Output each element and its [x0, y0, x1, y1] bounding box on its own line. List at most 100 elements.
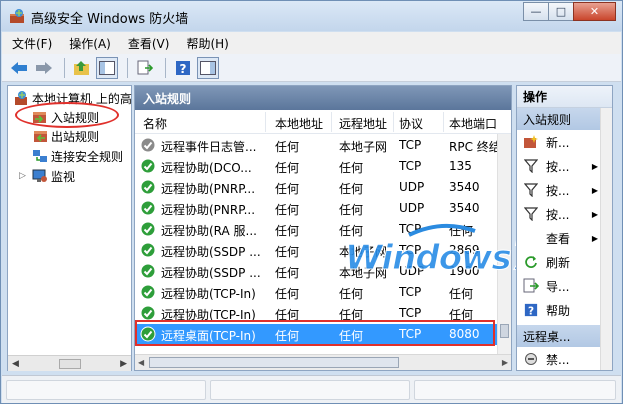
cell-proto: TCP: [399, 243, 422, 257]
menu-view[interactable]: 查看(V): [128, 35, 170, 52]
action-filter-group[interactable]: 按... ▶: [517, 202, 612, 226]
disabled-rule-icon: [140, 137, 156, 153]
tree-horizontal-scrollbar[interactable]: ◀ ▶: [8, 355, 131, 371]
action-new-rule[interactable]: 新...: [517, 130, 612, 154]
export-list-icon: [137, 60, 153, 74]
title-bar[interactable]: 高级安全 Windows 防火墙 — □ ✕: [1, 1, 622, 31]
help-icon: ?: [176, 60, 190, 76]
cell-name: 远程协助(SSDP ...: [161, 245, 261, 259]
rules-list-pane: 入站规则 名称 本地地址 远程地址 协议 本地端口 远程事件日志管... 任何 本地…: [134, 85, 512, 371]
scroll-left-icon[interactable]: ◀: [138, 358, 144, 367]
show-hide-tree-button[interactable]: [96, 56, 118, 79]
action-help[interactable]: ? 帮助: [517, 298, 612, 322]
column-divider[interactable]: [393, 112, 394, 132]
tree-root[interactable]: 本地计算机 上的高: [13, 89, 132, 107]
tree-item-monitoring[interactable]: ▷ 监视: [19, 167, 75, 185]
cell-remote: 任何: [339, 182, 364, 196]
menu-action[interactable]: 操作(A): [69, 35, 111, 52]
section-label: 远程桌...: [523, 329, 571, 344]
actions-section-selected-rule[interactable]: 远程桌... ▲: [517, 325, 612, 347]
tree-item-label: 出站规则: [51, 129, 100, 144]
export-list-icon: [523, 278, 539, 294]
help-button[interactable]: ?: [172, 57, 194, 79]
cell-port: 8080: [449, 327, 480, 341]
enabled-check-icon: [140, 200, 156, 216]
table-row[interactable]: 远程协助(SSDP ... 任何 本地子网 UDP 1900: [135, 261, 497, 282]
cell-name: 远程协助(PNRP...: [161, 182, 256, 196]
cell-port: 3540: [449, 201, 480, 215]
column-divider[interactable]: [265, 112, 266, 132]
scroll-thumb[interactable]: [149, 357, 399, 368]
tree-pane-icon: [99, 60, 115, 75]
svg-text:?: ?: [180, 62, 187, 76]
cell-proto: TCP: [399, 306, 422, 320]
firewall-app-icon: [10, 9, 24, 23]
filter-icon: [523, 158, 539, 174]
section-label: 入站规则: [523, 112, 572, 127]
scroll-right-icon[interactable]: ▶: [120, 359, 127, 369]
monitor-icon: [32, 169, 47, 182]
cell-proto: TCP: [399, 138, 422, 152]
tree-item-connection-security[interactable]: 连接安全规则: [32, 147, 123, 165]
firewall-window: 高级安全 Windows 防火墙 — □ ✕ 文件(F) 操作(A) 查看(V)…: [0, 0, 623, 404]
list-vertical-scrollbar[interactable]: [497, 134, 511, 356]
actions-vertical-scrollbar[interactable]: [600, 108, 612, 370]
expand-arrow-icon[interactable]: ▷: [19, 171, 28, 181]
column-remote-address[interactable]: 远程地址: [339, 115, 387, 132]
enabled-check-icon: [140, 179, 156, 195]
close-button[interactable]: ✕: [573, 2, 616, 21]
action-label: 新...: [546, 135, 570, 150]
menu-help[interactable]: 帮助(H): [186, 35, 228, 52]
cell-name: 远程协助(RA 服...: [161, 224, 258, 238]
cell-local: 任何: [275, 287, 300, 301]
maximize-button[interactable]: □: [548, 2, 574, 21]
column-local-port[interactable]: 本地端口: [449, 115, 497, 132]
minimize-button[interactable]: —: [523, 2, 549, 21]
cell-proto: TCP: [399, 327, 422, 341]
export-button[interactable]: [134, 57, 156, 79]
action-view[interactable]: 查看 ▶: [517, 226, 612, 250]
action-filter-state[interactable]: 按... ▶: [517, 178, 612, 202]
scroll-left-icon[interactable]: ◀: [12, 359, 19, 369]
action-refresh[interactable]: 刷新: [517, 250, 612, 274]
table-row[interactable]: 远程协助(SSDP ... 任何 本地子网 TCP 2869: [135, 240, 497, 261]
table-row[interactable]: 远程协助(PNRP... 任何 任何 UDP 3540: [135, 198, 497, 219]
column-divider[interactable]: [331, 112, 332, 132]
scroll-thumb[interactable]: [58, 358, 81, 369]
status-bar: [2, 375, 621, 403]
cell-port: 2869: [449, 243, 480, 257]
cell-remote: 本地子网: [339, 266, 388, 280]
filter-icon: [523, 182, 539, 198]
menu-file[interactable]: 文件(F): [12, 35, 52, 52]
list-horizontal-scrollbar[interactable]: ◀ ▶: [135, 354, 511, 370]
disable-rule-icon: [523, 351, 539, 367]
refresh-icon: [523, 254, 539, 270]
column-divider[interactable]: [443, 112, 444, 132]
up-folder-button[interactable]: [71, 57, 93, 79]
table-row[interactable]: 远程协助(PNRP... 任何 任何 UDP 3540: [135, 177, 497, 198]
action-filter-profile[interactable]: 按... ▶: [517, 154, 612, 178]
table-row[interactable]: 远程协助(DCO... 任何 任何 TCP 135: [135, 156, 497, 177]
cell-port: 3540: [449, 180, 480, 194]
action-disable-rule[interactable]: 禁...: [517, 347, 612, 370]
cell-local: 任何: [275, 266, 300, 280]
table-row[interactable]: 远程桌面(TCP-In) 任何 任何 TCP 8080: [135, 324, 497, 345]
tree-item-outbound-rules[interactable]: 出站规则: [32, 127, 99, 145]
action-export-list[interactable]: 导...: [517, 274, 612, 298]
scroll-right-icon[interactable]: ▶: [502, 358, 508, 367]
column-name[interactable]: 名称: [143, 115, 167, 132]
show-hide-action-pane-button[interactable]: [197, 56, 219, 79]
table-row[interactable]: 远程事件日志管... 任何 本地子网 TCP RPC 终结: [135, 135, 497, 156]
back-button[interactable]: [8, 57, 30, 79]
actions-section-inbound[interactable]: 入站规则 ▲: [517, 108, 612, 130]
forward-button[interactable]: [33, 57, 55, 79]
table-row[interactable]: 远程协助(TCP-In) 任何 任何 TCP 任何: [135, 303, 497, 324]
table-row[interactable]: 远程协助(TCP-In) 任何 任何 TCP 任何: [135, 282, 497, 303]
column-local-address[interactable]: 本地地址: [275, 115, 323, 132]
column-protocol[interactable]: 协议: [399, 115, 423, 132]
scroll-thumb[interactable]: [500, 324, 509, 338]
cell-local: 任何: [275, 329, 300, 343]
table-row[interactable]: 远程协助(RA 服... 任何 任何 TCP 任何: [135, 219, 497, 240]
tree-item-inbound-rules[interactable]: 入站规则: [32, 108, 99, 126]
inbound-rules-icon: [33, 112, 46, 123]
